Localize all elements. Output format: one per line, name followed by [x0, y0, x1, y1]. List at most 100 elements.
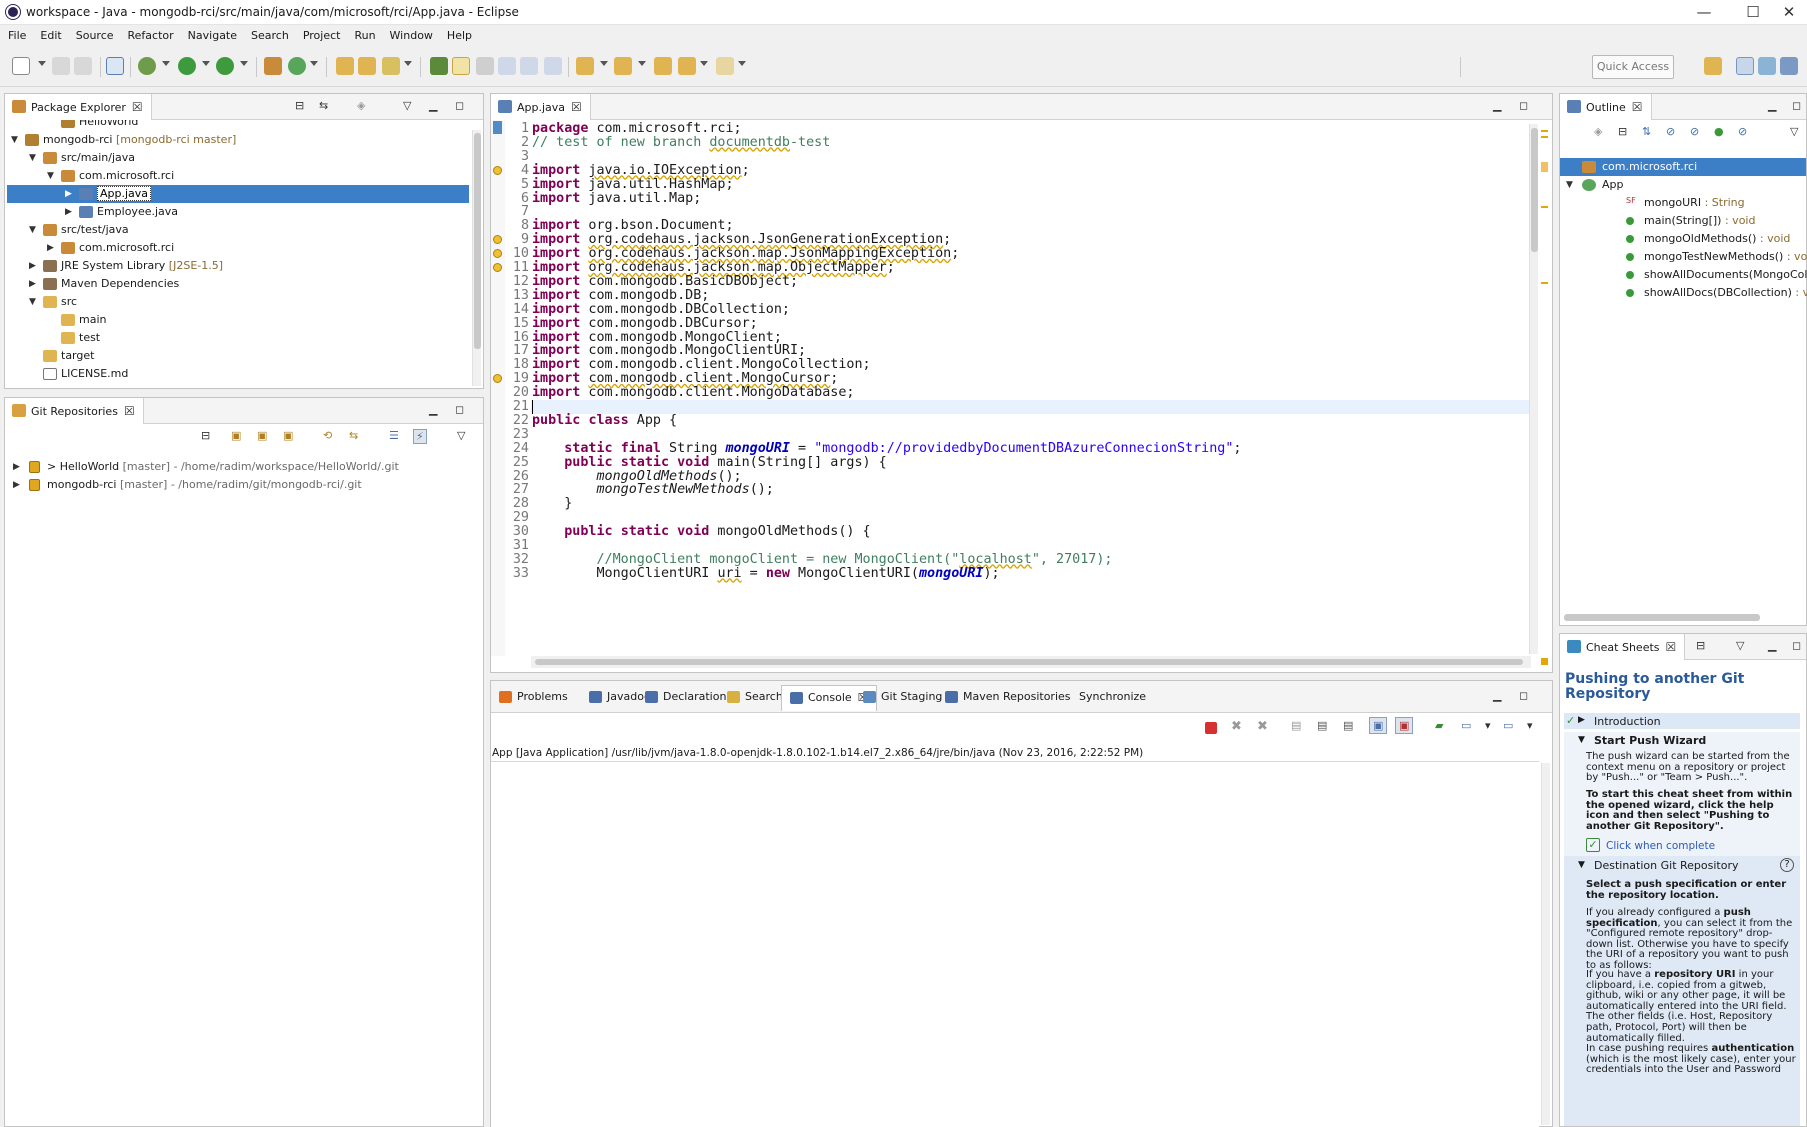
tree-item[interactable]: main — [5, 311, 475, 329]
outline-item[interactable]: mongoOldMethods() : void — [1560, 230, 1806, 248]
new-class-dropdown-icon[interactable] — [310, 61, 318, 66]
menu-refactor[interactable]: Refactor — [120, 25, 180, 42]
code-line[interactable]: import com.mongodb.DBCollection; — [532, 302, 790, 317]
clone-git-repository-icon[interactable]: ▣ — [257, 429, 267, 442]
chevron-down-icon[interactable]: ▼ — [29, 293, 39, 311]
warning-icon[interactable] — [493, 235, 502, 245]
code-line[interactable]: public static void main(String[] args) { — [532, 455, 887, 470]
remove-all-launches-icon[interactable]: ✖ — [1257, 719, 1268, 734]
tab-maven-repositories[interactable]: Maven Repositories — [937, 685, 1079, 711]
maximize-panel-icon[interactable]: ◻ — [1519, 99, 1528, 112]
new-java-package-icon[interactable] — [264, 57, 282, 75]
warning-icon[interactable] — [493, 249, 502, 259]
menu-source[interactable]: Source — [68, 25, 120, 42]
scroll-lock-icon[interactable]: ▤ — [1317, 719, 1327, 732]
outline-item[interactable]: com.microsoft.rci — [1560, 158, 1806, 176]
view-menu-icon[interactable]: ▽ — [1790, 125, 1798, 138]
maximize-panel-icon[interactable]: ◻ — [1792, 639, 1801, 652]
git-perspective-icon[interactable] — [1758, 57, 1776, 75]
warning-icon[interactable] — [493, 165, 502, 175]
back-dropdown-icon[interactable] — [700, 61, 708, 66]
repository-item[interactable]: ▶ mongodb-rci [master] - /home/radim/git/… — [5, 476, 475, 494]
show-console-stderr-icon[interactable]: ▣ — [1395, 717, 1414, 734]
new-icon[interactable] — [12, 57, 30, 75]
tree-item[interactable]: ▼ com.microsoft.rci — [5, 167, 475, 185]
outline-item[interactable]: showAllDocs(DBCollection) : void — [1560, 284, 1807, 302]
menu-help[interactable]: Help — [439, 25, 478, 42]
hide-local-types-icon[interactable]: ⊘ — [1738, 125, 1747, 138]
chevron-down-icon[interactable]: ▼ — [1566, 176, 1576, 194]
tab-app-java[interactable]: App.java ☒ — [491, 94, 591, 120]
open-perspective-icon[interactable] — [1704, 57, 1722, 75]
remove-launch-icon[interactable]: ✖ — [1231, 719, 1242, 734]
word-wrap-icon[interactable]: ▤ — [1343, 719, 1353, 732]
tab-cheat-sheets[interactable]: Cheat Sheets ☒ — [1560, 634, 1686, 660]
code-line[interactable]: import java.io.IOException; — [532, 163, 750, 178]
chevron-down-icon[interactable]: ▼ — [29, 149, 39, 167]
code-line[interactable]: import com.mongodb.DB; — [532, 288, 709, 303]
menu-run[interactable]: Run — [346, 25, 381, 42]
next-annotation-dropdown-icon[interactable] — [600, 61, 608, 66]
tab-outline[interactable]: Outline ☒ — [1560, 94, 1652, 120]
sort-icon[interactable]: ⇅ — [1642, 125, 1651, 138]
hide-non-public-icon[interactable]: ● — [1714, 125, 1724, 138]
outline-item[interactable]: mongoTestNewMethods() : void — [1560, 248, 1807, 266]
tree-item[interactable]: ▼ mongodb-rci [mongodb-rci master] — [5, 131, 475, 149]
display-console-dropdown-icon[interactable]: ▾ — [1485, 719, 1491, 732]
toggle-block-selection-icon[interactable] — [498, 57, 516, 75]
code-line[interactable]: public static void mongoOldMethods() { — [532, 525, 870, 539]
open-task-icon[interactable] — [358, 57, 376, 75]
focus-icon[interactable]: ◈ — [357, 99, 365, 112]
back-icon[interactable] — [678, 57, 696, 75]
code-line[interactable]: mongoTestNewMethods(); — [532, 483, 774, 497]
code-line[interactable]: import org.codehaus.jackson.map.ObjectMa… — [532, 261, 895, 275]
maximize-panel-icon[interactable]: ◻ — [1792, 99, 1801, 112]
pilcrow-icon[interactable] — [544, 57, 562, 75]
menu-file[interactable]: File — [0, 25, 32, 42]
code-line[interactable]: import com.mongodb.DBCursor; — [532, 316, 758, 331]
java-perspective-icon[interactable] — [1736, 57, 1754, 75]
tree-item[interactable]: test — [5, 329, 475, 347]
debug-icon[interactable] — [138, 57, 156, 75]
tree-item[interactable]: ▶ App.java — [7, 185, 469, 203]
code-line[interactable]: import com.mongodb.BasicDBObject; — [532, 274, 798, 289]
clear-console-icon[interactable]: ▤ — [1291, 719, 1301, 732]
close-icon[interactable]: ☒ — [571, 100, 582, 114]
chevron-down-icon[interactable]: ▼ — [1578, 735, 1585, 745]
warning-icon[interactable] — [493, 374, 502, 384]
search-icon[interactable] — [382, 57, 400, 75]
minimize-panel-icon[interactable]: ▁ — [429, 403, 437, 416]
code-line[interactable]: import com.mongodb.client.MongoCursor; — [532, 372, 838, 386]
view-menu-icon[interactable]: ▽ — [457, 429, 465, 442]
show-whitespace-icon[interactable] — [520, 57, 538, 75]
outline-horizontal-scrollbar[interactable] — [1564, 614, 1760, 621]
code-line[interactable]: MongoClientURI uri = new MongoClientURI(… — [532, 566, 999, 581]
introduction-section[interactable]: ✓ ▶ Introduction — [1564, 713, 1800, 729]
display-selected-console-icon[interactable]: ▭ — [1461, 719, 1471, 732]
tree-item[interactable]: LICENSE.md — [5, 365, 475, 383]
create-git-repository-icon[interactable]: ▣ — [283, 429, 293, 442]
code-line[interactable]: import org.codehaus.jackson.JsonGenerati… — [532, 233, 951, 247]
package-explorer-scrollbar[interactable] — [472, 130, 481, 386]
add-git-repository-icon[interactable]: ▣ — [231, 429, 241, 442]
outline-item[interactable]: showAllDocuments(MongoCollection< — [1560, 266, 1807, 284]
save-all-icon[interactable] — [74, 57, 92, 75]
tab-problems[interactable]: Problems — [491, 685, 576, 711]
outline-item[interactable]: SF mongoURI : String — [1560, 194, 1806, 212]
hide-static-icon[interactable]: ⊘ — [1690, 125, 1699, 138]
hide-fields-icon[interactable]: ⊘ — [1666, 125, 1675, 138]
chevron-down-icon[interactable]: ▼ — [47, 167, 57, 185]
forward-dropdown-icon[interactable] — [738, 61, 746, 66]
run-last-tool-icon[interactable] — [216, 57, 234, 75]
minimize-panel-icon[interactable]: ▁ — [1493, 99, 1501, 112]
tree-item[interactable]: target — [5, 347, 475, 365]
save-icon[interactable] — [52, 57, 70, 75]
menu-window[interactable]: Window — [382, 25, 439, 42]
tree-item[interactable]: ▶ Employee.java — [5, 203, 475, 221]
complete-checkbox-icon[interactable]: ✓ — [1586, 838, 1600, 852]
chevron-down-icon[interactable]: ▼ — [1578, 860, 1585, 870]
menu-search[interactable]: Search — [243, 25, 295, 42]
chevron-right-icon[interactable]: ▶ — [29, 275, 39, 293]
next-annotation-icon[interactable] — [430, 57, 448, 75]
chevron-right-icon[interactable]: ▶ — [65, 203, 75, 221]
